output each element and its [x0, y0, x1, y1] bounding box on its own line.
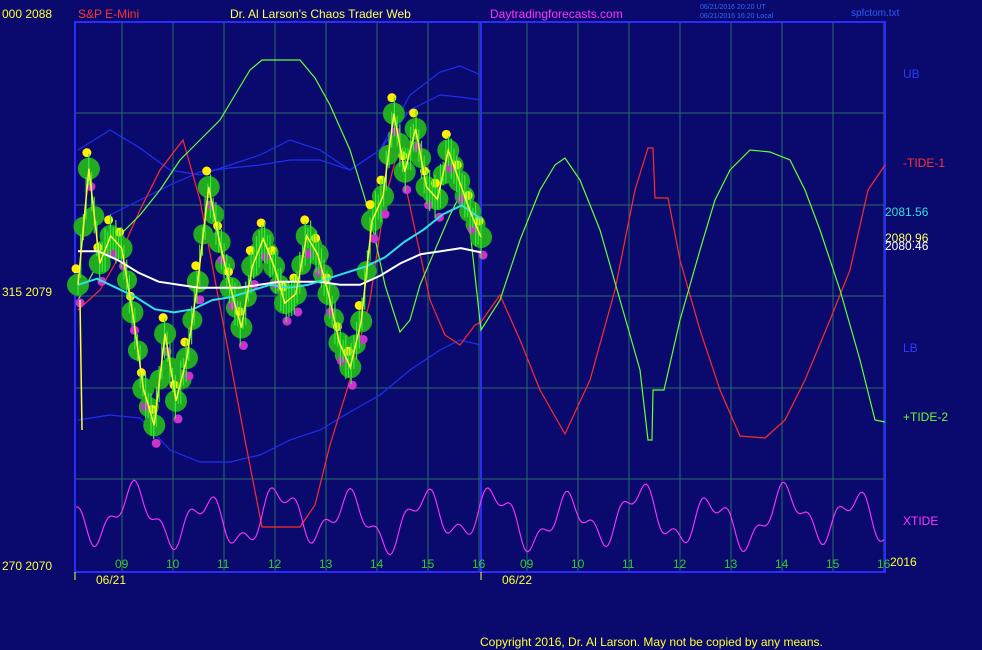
- file-label: spfctom.txt: [851, 8, 900, 19]
- tide1-label: -TIDE-1: [903, 156, 945, 170]
- lb-label: LB: [903, 341, 918, 355]
- yellow-dot-34: [441, 129, 451, 139]
- xtide-label: XTIDE: [903, 514, 938, 528]
- magenta-dot-19: [282, 316, 292, 326]
- left-scale-top: 000 2088: [2, 7, 52, 21]
- website-label: Daytradingforecasts.com: [490, 7, 623, 21]
- left-scale-bottom: 270 2070: [2, 559, 52, 573]
- yellow-dot-27: [365, 200, 375, 210]
- update-line-2: 06/21/2016 16:20 Local: [700, 13, 774, 20]
- hour-tick-14: 15: [826, 557, 840, 571]
- tide2-label: +TIDE-2: [903, 410, 948, 424]
- hour-tick-3: 12: [268, 557, 282, 571]
- hour-tick-9: 10: [571, 557, 585, 571]
- yellow-dot-8: [158, 313, 168, 323]
- hour-tick-10: 11: [622, 557, 635, 571]
- hour-tick-5: 14: [370, 557, 384, 571]
- magenta-dot-24: [336, 356, 346, 366]
- yellow-dot-31: [409, 108, 419, 118]
- hour-tick-13: 14: [775, 557, 789, 571]
- hour-tick-1: 10: [166, 557, 180, 571]
- hour-tick-6: 15: [421, 557, 435, 571]
- hour-tick-7: 16: [472, 557, 486, 571]
- ub-label: UB: [903, 67, 920, 81]
- symbol-label: S&P E-Mini: [78, 7, 139, 21]
- yellow-dot-12: [202, 166, 212, 176]
- date-label-1: 06/22: [502, 573, 532, 587]
- magenta-dot-32: [424, 200, 434, 210]
- chart-title: Dr. Al Larson's Chaos Trader Web: [230, 7, 411, 21]
- hour-tick-8: 09: [520, 557, 534, 571]
- hour-tick-0: 09: [115, 557, 129, 571]
- hour-tick-15: 16: [877, 557, 891, 571]
- hour-tick-11: 12: [673, 557, 687, 571]
- date-label-0: 06/21: [96, 573, 126, 587]
- magenta-dot-29: [391, 127, 401, 137]
- copyright: Copyright 2016, Dr. Al Larson. May not b…: [480, 635, 823, 649]
- hour-tick-2: 11: [217, 557, 230, 571]
- left-scale-mid: 315 2079: [2, 285, 52, 299]
- yellow-dot-1: [82, 148, 92, 158]
- background: [0, 0, 982, 650]
- price-white-label: 2080.46: [885, 239, 929, 253]
- magenta-dot-26: [358, 334, 368, 344]
- magenta-dot-7: [151, 438, 161, 448]
- magenta-dot-25: [347, 380, 357, 390]
- hour-tick-12: 13: [724, 557, 738, 571]
- hour-tick-4: 13: [319, 557, 333, 571]
- yellow-dot-3: [104, 215, 114, 225]
- magenta-dot-30: [402, 185, 412, 195]
- price-cyan-label: 2081.56: [885, 205, 929, 219]
- update-line-1: 06/21/2016 20:20 UT: [700, 4, 766, 11]
- magenta-dot-28: [380, 209, 390, 219]
- year-label: 2016: [890, 555, 917, 569]
- chaos-trader-chart: 000 2088 S&P E-Mini Dr. Al Larson's Chao…: [0, 0, 982, 650]
